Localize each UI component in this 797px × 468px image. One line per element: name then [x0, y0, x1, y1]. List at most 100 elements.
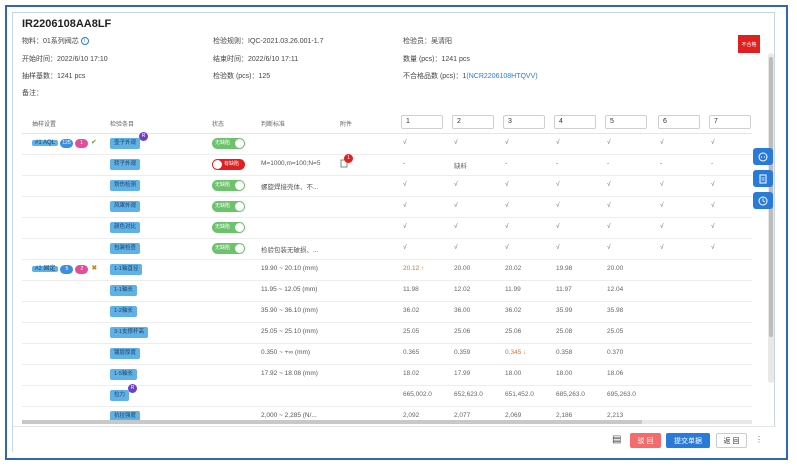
measurement-value[interactable]: 36.02	[403, 307, 419, 314]
measurement-value[interactable]: 18.06	[607, 370, 623, 377]
measurement-value[interactable]: -	[403, 160, 405, 167]
measurement-value[interactable]: 0.345 ↓	[505, 349, 526, 356]
measurement-value[interactable]: 20.02	[505, 265, 521, 272]
measurement-value[interactable]: √	[607, 244, 611, 251]
measurement-value[interactable]: √	[607, 139, 611, 146]
measurement-value[interactable]: √	[454, 223, 458, 230]
measurement-value[interactable]: √	[505, 181, 509, 188]
measurement-value[interactable]: √	[403, 139, 407, 146]
measurement-value[interactable]: 2,092	[403, 412, 419, 419]
measurement-value[interactable]: 0.370	[607, 349, 623, 356]
measurement-value[interactable]: √	[607, 223, 611, 230]
sampling-plan[interactable]: #2 固定 5 2 ✖	[32, 263, 97, 274]
defect-toggle-on[interactable]: 有缺陷	[212, 159, 245, 170]
measurement-value[interactable]: √	[660, 202, 664, 209]
measurement-value[interactable]: 11.99	[505, 286, 521, 293]
measurement-value[interactable]: √	[711, 181, 715, 188]
measurement-value[interactable]: 20.00	[607, 265, 623, 272]
measurement-value[interactable]: 695,263.0	[607, 391, 636, 398]
sampling-plan[interactable]: #1 AQL 125 1 ✔	[32, 137, 97, 148]
measurement-value[interactable]: 17.99	[454, 370, 470, 377]
inspection-item[interactable]: 拉力 R	[110, 384, 138, 401]
measurement-value[interactable]: 665,002.0	[403, 391, 432, 398]
column-input-2[interactable]: 2	[452, 115, 494, 129]
measurement-value[interactable]: 35.99	[556, 307, 572, 314]
document-icon[interactable]	[753, 170, 773, 187]
measurement-value[interactable]: 0.359	[454, 349, 470, 356]
measurement-value[interactable]: √	[556, 181, 560, 188]
measurement-value[interactable]: √	[711, 139, 715, 146]
measurement-value[interactable]: -	[556, 160, 558, 167]
measurement-value[interactable]: √	[505, 244, 509, 251]
defect-toggle-off[interactable]: 无缺陷	[212, 222, 245, 233]
measurement-value[interactable]: 25.06	[505, 328, 521, 335]
chat-icon[interactable]	[753, 148, 773, 165]
measurement-value[interactable]: √	[711, 202, 715, 209]
measurement-value[interactable]: 2,213	[607, 412, 623, 419]
column-input-7[interactable]: 7	[709, 115, 751, 129]
inspection-item[interactable]: 1-2轴长	[110, 306, 137, 317]
column-input-3[interactable]: 3	[503, 115, 545, 129]
measurement-value[interactable]: √	[556, 244, 560, 251]
measurement-value[interactable]: √	[660, 139, 664, 146]
measurement-value[interactable]: 25.08	[556, 328, 572, 335]
measurement-value[interactable]: 25.05	[403, 328, 419, 335]
measurement-value[interactable]: 12.04	[607, 286, 623, 293]
attachment-icon[interactable]: 1	[340, 154, 353, 170]
inspection-item[interactable]: 颜色对比	[110, 222, 141, 233]
measurement-value[interactable]: √	[403, 223, 407, 230]
defect-toggle-off[interactable]: 无缺陷	[212, 201, 245, 212]
measurement-value[interactable]: 36.00	[454, 307, 470, 314]
inspection-item[interactable]: 3-1支撑杆高	[110, 327, 148, 338]
measurement-value[interactable]: √	[607, 181, 611, 188]
measurement-value[interactable]: √	[556, 202, 560, 209]
measurement-value[interactable]: 18.00	[556, 370, 572, 377]
measurement-value[interactable]: 25.06	[454, 328, 470, 335]
measurement-value[interactable]: √	[711, 223, 715, 230]
defect-toggle-off[interactable]: 无缺陷	[212, 243, 245, 254]
measurement-value[interactable]: 25.05	[607, 328, 623, 335]
measurement-value[interactable]: √	[403, 202, 407, 209]
measurement-value[interactable]: √	[454, 139, 458, 146]
measurement-value[interactable]: 0.358	[556, 349, 572, 356]
measurement-value[interactable]: 2,069	[505, 412, 521, 419]
column-input-5[interactable]: 5	[605, 115, 647, 129]
measurement-value[interactable]: 20.00	[454, 265, 470, 272]
measurement-value[interactable]: 652,623.0	[454, 391, 483, 398]
measurement-value[interactable]: √	[403, 181, 407, 188]
submit-button[interactable]: 提交单据	[666, 433, 710, 448]
inspection-item[interactable]: 1-1轴长	[110, 285, 137, 296]
measurement-value[interactable]: 18.02	[403, 370, 419, 377]
measurement-value[interactable]: -	[607, 160, 609, 167]
measurement-value[interactable]: √	[711, 244, 715, 251]
info-icon[interactable]: i	[80, 37, 89, 46]
inspection-item[interactable]: 壶子外观 R	[110, 132, 149, 149]
measurement-value[interactable]: 2,077	[454, 412, 470, 419]
measurement-value[interactable]: √	[505, 139, 509, 146]
measurement-value[interactable]: 36.02	[505, 307, 521, 314]
measurement-value[interactable]: √	[454, 181, 458, 188]
measurement-value[interactable]: √	[403, 244, 407, 251]
list-icon[interactable]: ▤	[612, 434, 621, 445]
measurement-value[interactable]: 0.365	[403, 349, 419, 356]
defect-toggle-off[interactable]: 无缺陷	[212, 138, 245, 149]
inspection-item[interactable]: 1-1轴直径	[110, 264, 143, 275]
defect-toggle-off[interactable]: 无缺陷	[212, 180, 245, 191]
history-icon[interactable]	[753, 192, 773, 209]
measurement-value[interactable]: 685,263.0	[556, 391, 585, 398]
inspection-item[interactable]: 风罩外观	[110, 201, 141, 212]
measurement-value[interactable]: √	[556, 139, 560, 146]
measurement-value[interactable]: √	[454, 244, 458, 251]
reject-button[interactable]: 驳 回	[630, 433, 661, 448]
measurement-value[interactable]: √	[556, 223, 560, 230]
measurement-value[interactable]: √	[660, 223, 664, 230]
measurement-value[interactable]: √	[660, 244, 664, 251]
measurement-value[interactable]: 20.12 ↑	[403, 265, 424, 272]
measurement-value[interactable]: 2,186	[556, 412, 572, 419]
inspection-item[interactable]: 划伤检测	[110, 180, 141, 191]
measurement-value[interactable]: 651,452.0	[505, 391, 534, 398]
measurement-value[interactable]: -	[505, 160, 507, 167]
measurement-value[interactable]: √	[505, 223, 509, 230]
more-icon[interactable]: ⋮	[755, 435, 763, 444]
measurement-value[interactable]: 35.98	[607, 307, 623, 314]
